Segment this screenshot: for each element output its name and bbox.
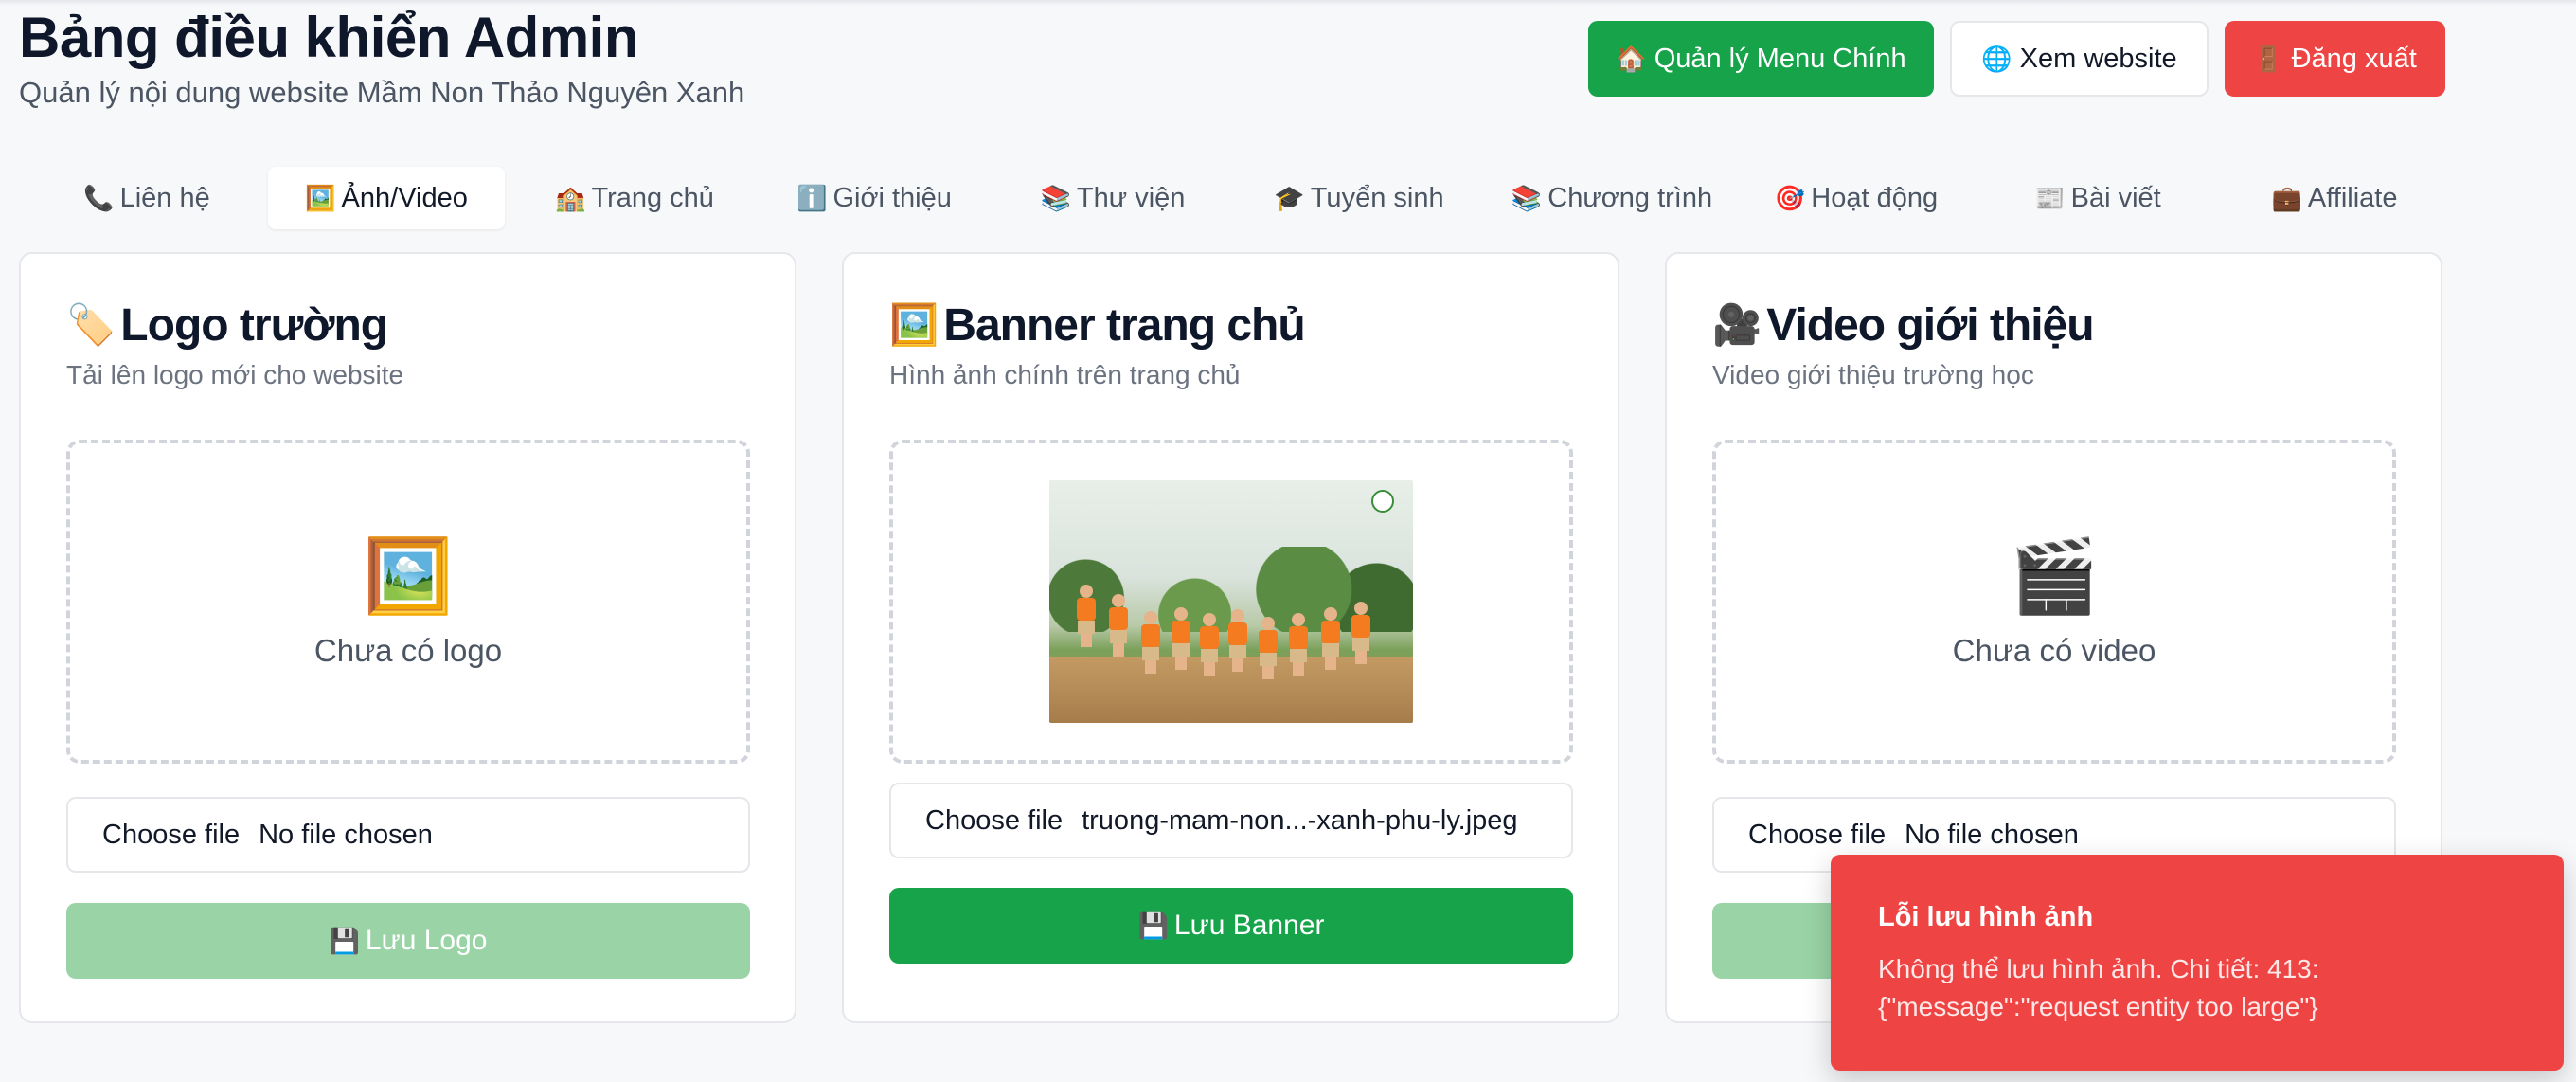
main-menu-label: Quản lý Menu Chính	[1654, 43, 1906, 74]
card-title-text: Banner trang chủ	[943, 300, 1305, 351]
tag-icon: 🏷️	[66, 302, 116, 347]
school-logo-mark	[1371, 490, 1394, 513]
logo-placeholder-text: Chưa có logo	[313, 633, 503, 668]
main-menu-button[interactable]: 🏠 Quản lý Menu Chính	[1588, 21, 1934, 97]
video-card-subtitle: Video giới thiệu trường học	[1712, 360, 2034, 389]
view-website-button[interactable]: 🌐 Xem website	[1950, 21, 2209, 97]
tab-label: Ảnh/Video	[341, 182, 468, 213]
tab-lien-he[interactable]: 📞 Liên hệ	[38, 167, 256, 229]
page-header: Bảng điều khiển Admin Quản lý nội dung w…	[19, 4, 744, 110]
banner-card: 🖼️ Banner trang chủ Hình ảnh chính trên …	[842, 252, 1619, 1023]
logo-card-title: 🏷️ Logo trường	[66, 299, 388, 352]
toast-title: Lỗi lưu hình ảnh	[1878, 902, 2094, 932]
file-name: truong-mam-non...-xanh-phu-ly.jpeg	[1082, 804, 1518, 836]
toast-message: Không thể lưu hình ảnh. Chi tiết: 413: {…	[1878, 954, 2319, 1021]
picture-icon: 🖼️	[889, 302, 939, 347]
choose-file-button[interactable]: Choose file	[1748, 820, 1886, 851]
page-title: Bảng điều khiển Admin	[19, 6, 638, 69]
picture-icon: 🖼️	[305, 183, 336, 212]
video-card-title: 🎥 Video giới thiệu	[1712, 299, 2095, 352]
tab-hoat-dong[interactable]: 🎯 Hoạt động	[1743, 167, 1970, 229]
view-website-label: Xem website	[2019, 43, 2177, 74]
tab-label: Liên hệ	[119, 182, 210, 213]
save-logo-button[interactable]: 💾 Lưu Logo	[66, 903, 750, 979]
home-icon: 🏠	[1616, 44, 1647, 73]
page-subtitle: Quản lý nội dung website Mầm Non Thảo Ng…	[19, 76, 745, 109]
tab-tuyen-sinh[interactable]: 🎓 Tuyển sinh	[1241, 167, 1477, 229]
tab-affiliate[interactable]: 💼 Affiliate	[2226, 167, 2443, 229]
school-icon: 🏫	[555, 183, 586, 212]
picture-icon: 🖼️	[363, 536, 454, 617]
books-icon: 📚	[1511, 183, 1543, 212]
video-dropzone[interactable]: 🎬 Chưa có video	[1712, 440, 2396, 764]
save-banner-label: Lưu Banner	[1173, 910, 1325, 941]
tab-gioi-thieu[interactable]: ℹ️ Giới thiệu	[765, 167, 983, 229]
logout-label: Đăng xuất	[2291, 43, 2417, 74]
card-title-text: Video giới thiệu	[1766, 300, 2094, 351]
card-title-text: Logo trường	[120, 300, 388, 351]
info-icon: ℹ️	[796, 183, 828, 212]
floppy-disk-icon: 💾	[329, 926, 360, 955]
tab-thu-vien[interactable]: 📚 Thư viện	[999, 167, 1226, 229]
clapperboard-icon: 🎬	[2009, 536, 2100, 617]
newspaper-icon: 📰	[2034, 183, 2066, 212]
tab-trang-chu[interactable]: 🏫 Trang chủ	[521, 167, 748, 229]
tab-label: Tuyển sinh	[1310, 182, 1444, 213]
phone-icon: 📞	[83, 183, 115, 212]
save-logo-label: Lưu Logo	[365, 925, 488, 956]
logo-file-input[interactable]: Choose file No file chosen	[66, 797, 750, 873]
floppy-disk-icon: 💾	[1137, 911, 1169, 940]
file-name: No file chosen	[259, 819, 433, 850]
tab-bai-viet[interactable]: 📰 Bài viết	[1989, 167, 2207, 229]
tab-label: Bài viết	[2070, 182, 2161, 213]
tab-label: Giới thiệu	[832, 182, 952, 213]
tab-anh-video[interactable]: 🖼️ Ảnh/Video	[268, 167, 505, 229]
error-toast[interactable]: Lỗi lưu hình ảnh Không thể lưu hình ảnh.…	[1831, 855, 2564, 1071]
graduation-cap-icon: 🎓	[1274, 183, 1305, 212]
door-icon: 🚪	[2253, 44, 2284, 73]
video-camera-icon: 🎥	[1712, 302, 1762, 347]
video-placeholder-text: Chưa có video	[1952, 633, 2156, 668]
logo-card: 🏷️ Logo trường Tải lên logo mới cho webs…	[19, 252, 796, 1023]
banner-card-title: 🖼️ Banner trang chủ	[889, 299, 1306, 352]
tab-label: Affiliate	[2307, 182, 2398, 213]
tab-label: Hoạt động	[1811, 182, 1939, 213]
target-icon: 🎯	[1774, 183, 1806, 212]
choose-file-button[interactable]: Choose file	[925, 805, 1063, 837]
banner-card-subtitle: Hình ảnh chính trên trang chủ	[889, 360, 1241, 389]
tab-label: Thư viện	[1076, 182, 1186, 213]
briefcase-icon: 💼	[2271, 183, 2302, 212]
logo-card-subtitle: Tải lên logo mới cho website	[66, 360, 404, 389]
banner-file-input[interactable]: Choose file truong-mam-non...-xanh-phu-l…	[889, 783, 1573, 858]
choose-file-button[interactable]: Choose file	[102, 820, 240, 851]
tab-label: Trang chủ	[591, 182, 714, 213]
banner-dropzone[interactable]	[889, 440, 1573, 764]
logout-button[interactable]: 🚪 Đăng xuất	[2225, 21, 2445, 97]
logo-dropzone[interactable]: 🖼️ Chưa có logo	[66, 440, 750, 764]
globe-icon: 🌐	[1981, 44, 2012, 73]
books-icon: 📚	[1040, 183, 1071, 212]
save-banner-button[interactable]: 💾 Lưu Banner	[889, 888, 1573, 964]
banner-preview-image	[1049, 480, 1413, 723]
file-name: No file chosen	[1905, 819, 2079, 850]
tab-bar: 📞 Liên hệ 🖼️ Ảnh/Video 🏫 Trang chủ ℹ️ Giới t…	[38, 167, 2443, 229]
tab-chuong-trinh[interactable]: 📚 Chương trình	[1484, 167, 1740, 229]
header-actions: 🏠 Quản lý Menu Chính 🌐 Xem website 🚪 Đăn…	[1588, 21, 2445, 97]
tab-label: Chương trình	[1547, 182, 1713, 213]
